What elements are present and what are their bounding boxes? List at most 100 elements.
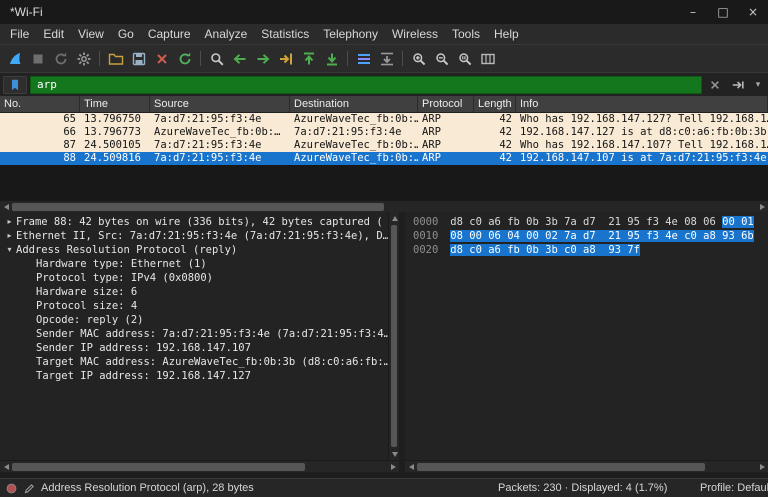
packet-row-selected[interactable]: 88 24.509816 7a:d7:21:95:f3:4e AzureWave… xyxy=(0,152,768,165)
detail-vscrollbar[interactable] xyxy=(388,212,399,460)
open-file-icon[interactable] xyxy=(104,47,127,70)
capture-options-icon[interactable] xyxy=(72,47,95,70)
detail-line[interactable]: ▸ Frame 88: 42 bytes on wire (336 bits), … xyxy=(0,215,388,229)
stop-capture-icon[interactable] xyxy=(26,47,49,70)
column-header-no[interactable]: No. xyxy=(0,96,80,112)
detail-line[interactable]: Protocol size: 4 xyxy=(0,299,388,313)
status-profile[interactable]: Profile: Default xyxy=(700,482,768,494)
go-forward-icon[interactable] xyxy=(251,47,274,70)
scroll-left-icon[interactable] xyxy=(0,201,12,213)
cell-info: 192.168.147.107 is at 7a:d7:21:95:f3:4e xyxy=(520,152,767,164)
cell-source: AzureWaveTec_fb:0b:… xyxy=(154,126,281,138)
filter-bookmark-icon[interactable] xyxy=(3,75,27,94)
hex-offset: 0010 xyxy=(413,230,439,242)
cell-length: 42 xyxy=(499,139,512,151)
expander-icon[interactable]: ▸ xyxy=(3,229,16,243)
start-capture-icon[interactable] xyxy=(3,47,26,70)
scroll-right-icon[interactable] xyxy=(756,201,768,213)
hex-row[interactable]: 0000 d8 c0 a6 fb 0b 3b 7a d7 21 95 f3 4e … xyxy=(413,215,768,229)
detail-line[interactable]: Sender IP address: 192.168.147.107 xyxy=(0,341,388,355)
status-field-info: Address Resolution Protocol (arp), 28 by… xyxy=(41,482,254,494)
menu-file[interactable]: File xyxy=(3,26,36,42)
restart-capture-icon[interactable] xyxy=(49,47,72,70)
menu-view[interactable]: View xyxy=(71,26,111,42)
column-header-info[interactable]: Info xyxy=(516,96,768,112)
menu-telephony[interactable]: Telephony xyxy=(316,26,385,42)
cell-protocol: ARP xyxy=(422,126,441,138)
scrollbar-thumb[interactable] xyxy=(12,202,384,211)
scroll-left-icon[interactable] xyxy=(0,461,12,473)
zoom-out-icon[interactable] xyxy=(430,47,453,70)
find-packet-icon[interactable] xyxy=(205,47,228,70)
filter-dropdown-icon[interactable]: ▾ xyxy=(751,76,765,94)
expander-icon[interactable]: ▸ xyxy=(3,215,16,229)
capture-comment-icon[interactable] xyxy=(23,482,36,495)
column-header-length[interactable]: Length xyxy=(474,96,516,112)
cell-source: 7a:d7:21:95:f3:4e xyxy=(154,113,262,125)
scroll-left-icon[interactable] xyxy=(405,461,417,473)
menu-tools[interactable]: Tools xyxy=(445,26,487,42)
packet-list-header: No. Time Source Destination Protocol Len… xyxy=(0,96,768,113)
reload-file-icon[interactable] xyxy=(173,47,196,70)
detail-line[interactable]: Hardware type: Ethernet (1) xyxy=(0,257,388,271)
detail-hscrollbar[interactable] xyxy=(0,460,399,472)
scrollbar-thumb[interactable] xyxy=(391,225,397,447)
hex-row[interactable]: 0020 d8 c0 a6 fb 0b 3b c0 a8 93 7f xyxy=(413,243,768,257)
zoom-in-icon[interactable] xyxy=(407,47,430,70)
menu-capture[interactable]: Capture xyxy=(141,26,198,42)
detail-line[interactable]: Hardware size: 6 xyxy=(0,285,388,299)
scrollbar-thumb[interactable] xyxy=(12,462,305,471)
detail-line[interactable]: Target IP address: 192.168.147.127 xyxy=(0,369,388,383)
close-file-icon[interactable] xyxy=(150,47,173,70)
menu-wireless[interactable]: Wireless xyxy=(385,26,445,42)
scrollbar-thumb[interactable] xyxy=(417,462,706,471)
go-last-packet-icon[interactable] xyxy=(320,47,343,70)
go-first-packet-icon[interactable] xyxy=(297,47,320,70)
zoom-original-icon[interactable] xyxy=(453,47,476,70)
expert-info-icon[interactable] xyxy=(5,482,18,495)
scroll-down-icon[interactable] xyxy=(389,448,401,460)
packet-row[interactable]: 87 24.500105 7a:d7:21:95:f3:4e AzureWave… xyxy=(0,139,768,152)
detail-line[interactable]: ▾ Address Resolution Protocol (reply) xyxy=(0,243,388,257)
packet-list: No. Time Source Destination Protocol Len… xyxy=(0,96,768,200)
maximize-icon[interactable]: □ xyxy=(708,0,738,24)
filter-clear-icon[interactable] xyxy=(705,76,725,94)
auto-scroll-icon[interactable] xyxy=(375,47,398,70)
packet-row[interactable]: 65 13.796750 7a:d7:21:95:f3:4e AzureWave… xyxy=(0,113,768,126)
detail-line[interactable]: Target MAC address: AzureWaveTec_fb:0b:3… xyxy=(0,355,388,369)
expander-icon[interactable]: ▾ xyxy=(3,243,16,257)
resize-columns-icon[interactable] xyxy=(476,47,499,70)
detail-line[interactable]: Protocol type: IPv4 (0x0800) xyxy=(0,271,388,285)
scroll-right-icon[interactable] xyxy=(756,461,768,473)
cell-no: 88 xyxy=(63,152,76,164)
detail-line[interactable]: Sender MAC address: 7a:d7:21:95:f3:4e (7… xyxy=(0,327,388,341)
menu-help[interactable]: Help xyxy=(487,26,526,42)
packet-row[interactable]: 66 13.796773 AzureWaveTec_fb:0b:… 7a:d7:… xyxy=(0,126,768,139)
hex-hscrollbar[interactable] xyxy=(405,460,768,472)
menu-statistics[interactable]: Statistics xyxy=(254,26,316,42)
toolbar-separator xyxy=(347,51,348,66)
detail-line[interactable]: ▸ Ethernet II, Src: 7a:d7:21:95:f3:4e (7a… xyxy=(0,229,388,243)
save-file-icon[interactable] xyxy=(127,47,150,70)
column-header-destination[interactable]: Destination xyxy=(290,96,418,112)
menu-go[interactable]: Go xyxy=(111,26,141,42)
column-header-time[interactable]: Time xyxy=(80,96,150,112)
menu-edit[interactable]: Edit xyxy=(36,26,71,42)
display-filter-input[interactable] xyxy=(30,75,702,94)
menu-analyze[interactable]: Analyze xyxy=(198,26,255,42)
cell-protocol: ARP xyxy=(422,113,441,125)
minimize-icon[interactable]: – xyxy=(678,0,708,24)
close-icon[interactable]: × xyxy=(738,0,768,24)
wireshark-window: *Wi-Fi – □ × File Edit View Go Capture A… xyxy=(0,0,768,497)
colorize-packets-icon[interactable] xyxy=(352,47,375,70)
filter-apply-icon[interactable] xyxy=(728,76,748,94)
go-back-icon[interactable] xyxy=(228,47,251,70)
detail-line[interactable]: Opcode: reply (2) xyxy=(0,313,388,327)
packet-list-hscrollbar[interactable] xyxy=(0,200,768,212)
scroll-up-icon[interactable] xyxy=(389,212,401,224)
hex-row[interactable]: 0010 08 00 06 04 00 02 7a d7 21 95 f3 4e … xyxy=(413,229,768,243)
scroll-right-icon[interactable] xyxy=(387,461,399,473)
go-to-packet-icon[interactable] xyxy=(274,47,297,70)
column-header-source[interactable]: Source xyxy=(150,96,290,112)
column-header-protocol[interactable]: Protocol xyxy=(418,96,474,112)
